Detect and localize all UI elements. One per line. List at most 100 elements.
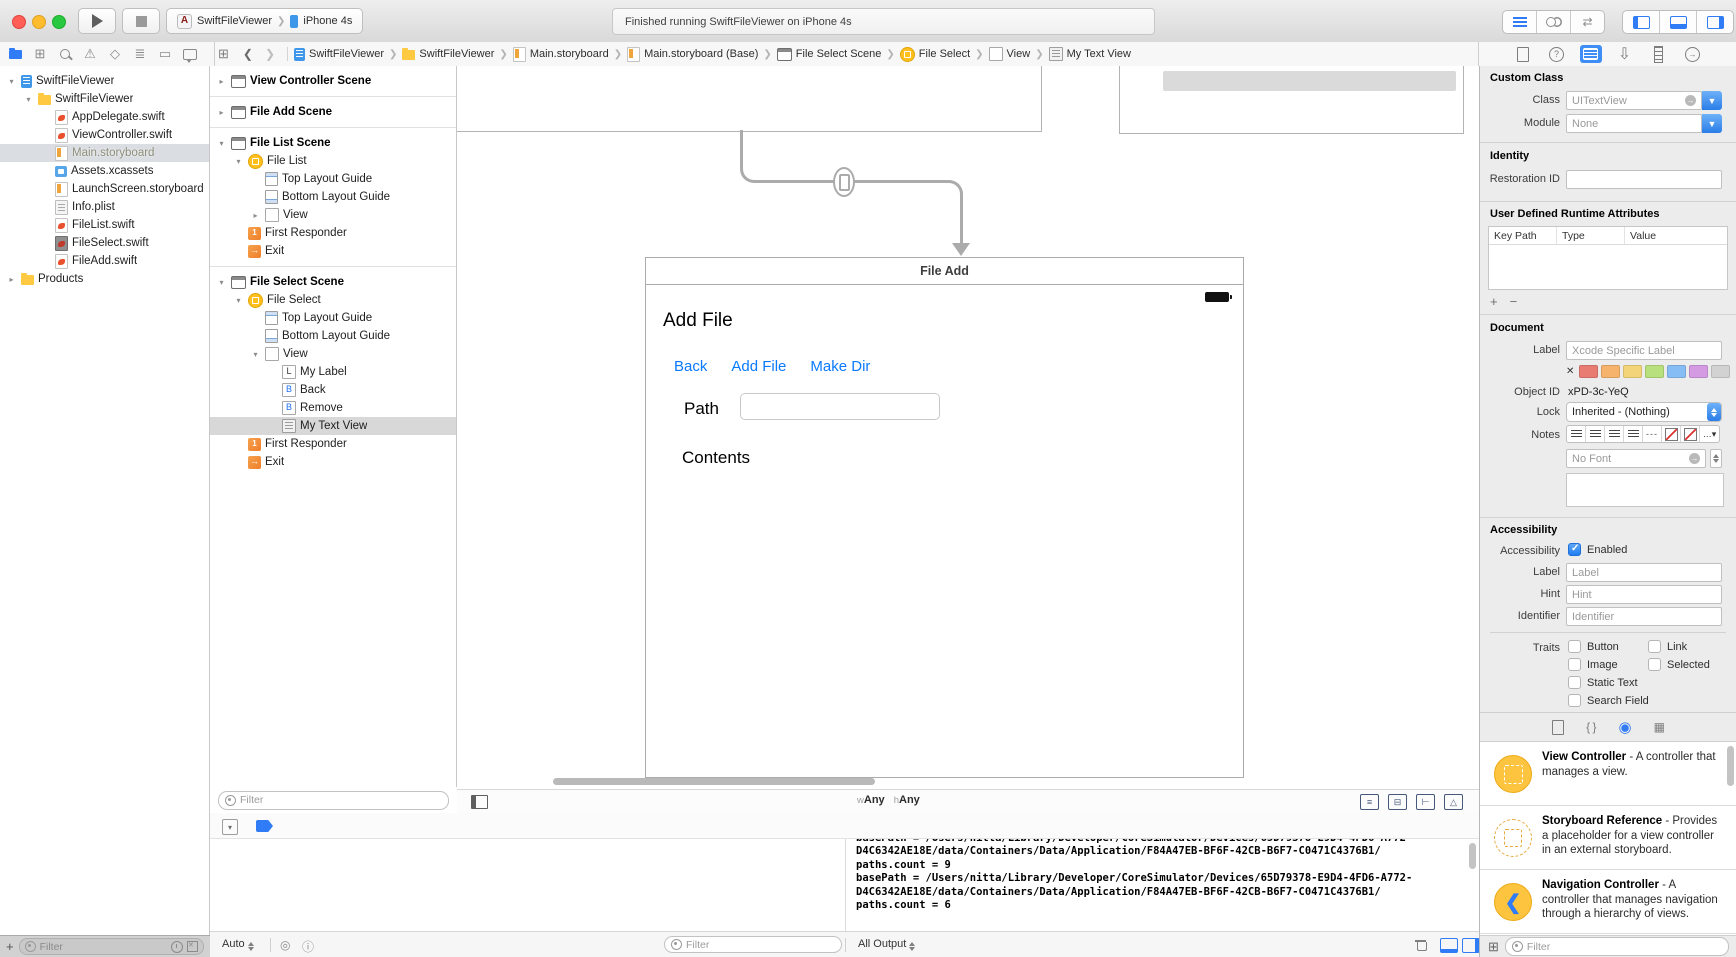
trait-checkbox-image[interactable] [1568, 658, 1581, 671]
more-styles-button[interactable]: …▾ [1700, 426, 1719, 442]
identity-inspector-tab[interactable] [1580, 45, 1602, 63]
nav-item-assets-xcassets[interactable]: Assets.xcassets [0, 162, 209, 180]
tab-test-navigator[interactable]: ◇ [104, 44, 126, 64]
breadcrumb-item-view[interactable]: View [989, 47, 1031, 61]
grid-view-icon[interactable]: ⊞ [1488, 939, 1499, 955]
size-inspector-tab[interactable] [1648, 45, 1670, 63]
add-file-button[interactable]: Add File [731, 358, 786, 375]
tab-issue-navigator[interactable]: ⚠ [79, 44, 101, 64]
tab-symbol-navigator[interactable]: ⊞ [29, 44, 51, 64]
nav-item-products[interactable]: ▸Products [0, 270, 209, 288]
file-inspector-tab[interactable] [1512, 45, 1534, 63]
breadcrumb-item-my-text-view[interactable]: My Text View [1049, 47, 1131, 61]
font-panel-icon[interactable]: → [1689, 453, 1700, 464]
nav-item-viewcontroller-swift[interactable]: ViewController.swift [0, 126, 209, 144]
zoom-window-button[interactable] [52, 15, 66, 29]
add-file-icon[interactable]: + [6, 939, 14, 954]
path-label[interactable]: Path [684, 399, 719, 419]
outline-item-file-add-scene[interactable]: ▸File Add Scene [210, 103, 456, 121]
hint-field[interactable]: Hint [1566, 585, 1722, 604]
standard-editor-button[interactable] [1503, 11, 1537, 33]
disclosure-triangle[interactable]: ▸ [250, 211, 261, 220]
trait-checkbox-static-text[interactable] [1568, 676, 1581, 689]
disclosure-triangle[interactable]: ▾ [6, 77, 17, 86]
outline-item-top-layout-guide[interactable]: Top Layout Guide [210, 309, 456, 327]
outline-item-first-responder[interactable]: First Responder [210, 224, 456, 242]
restoration-id-field[interactable] [1566, 170, 1722, 189]
segue-line[interactable] [740, 130, 743, 168]
notes-font-field[interactable]: No Font → [1566, 449, 1706, 468]
library-item-storyboard-reference[interactable]: Storyboard Reference - Provides a placeh… [1480, 806, 1736, 870]
minimize-window-button[interactable] [32, 15, 46, 29]
console-output[interactable]: basePath = /Users/nitta/Library/Develope… [845, 839, 1479, 931]
color-swatch-6[interactable] [1711, 365, 1730, 378]
toggle-outline-button[interactable] [471, 795, 488, 809]
trait-checkbox-search-field[interactable] [1568, 694, 1581, 707]
disclosure-triangle[interactable]: ▾ [23, 95, 34, 104]
disclosure-triangle[interactable]: ▸ [6, 275, 17, 284]
trait-checkbox-selected[interactable] [1648, 658, 1661, 671]
clear-console-button[interactable] [1415, 938, 1426, 950]
no-fill-button[interactable] [1662, 426, 1681, 442]
attributes-inspector-tab[interactable]: ⇩ [1614, 45, 1636, 63]
contents-label[interactable]: Contents [682, 448, 750, 468]
recent-files-icon[interactable] [171, 941, 183, 953]
align-button[interactable]: ⊟ [1388, 794, 1407, 810]
embed-in-stack-button[interactable]: ≡ [1360, 794, 1379, 810]
pin-button[interactable]: ⊢ [1416, 794, 1435, 810]
nav-item-appdelegate-swift[interactable]: AppDelegate.swift [0, 108, 209, 126]
class-field[interactable]: UITextView → [1566, 91, 1702, 110]
tab-debug-navigator[interactable]: ≣ [129, 44, 151, 64]
debug-disclosure-icon[interactable]: ▾ [222, 819, 238, 835]
remove-attribute-button[interactable]: − [1510, 294, 1518, 309]
outline-item-bottom-layout-guide[interactable]: Bottom Layout Guide [210, 188, 456, 206]
breakpoint-arrow-icon[interactable] [256, 820, 273, 832]
document-label-field[interactable]: Xcode Specific Label [1566, 341, 1722, 360]
outline-item-view[interactable]: ▾View [210, 345, 456, 363]
outline-item-remove[interactable]: Remove [210, 399, 456, 417]
tab-project-navigator[interactable] [4, 44, 26, 64]
library-filter-field[interactable]: Filter [1505, 937, 1729, 956]
notes-text-area[interactable] [1566, 473, 1724, 507]
tab-find-navigator[interactable] [54, 44, 76, 64]
partial-view-controller-right[interactable] [1119, 66, 1464, 134]
disclosure-triangle[interactable]: ▾ [216, 278, 227, 287]
outline-item-first-responder[interactable]: First Responder [210, 435, 456, 453]
disclosure-triangle[interactable]: ▸ [216, 108, 227, 117]
disclosure-triangle[interactable]: ▾ [233, 296, 244, 305]
breadcrumb-item-file-select[interactable]: File Select [900, 47, 970, 62]
navigator-filter-field[interactable]: Filter [19, 938, 204, 955]
toggle-debug-area-button[interactable] [1660, 11, 1697, 33]
enabled-checkbox[interactable] [1568, 543, 1581, 556]
scheme-selector[interactable]: SwiftFileViewer ❯ iPhone 4s [166, 8, 363, 34]
outline-item-file-select[interactable]: ▾File Select [210, 291, 456, 309]
align-left-button[interactable] [1567, 426, 1586, 442]
info-icon[interactable]: ⓘ [302, 938, 314, 955]
acc-label-field[interactable]: Label [1566, 563, 1722, 582]
resolve-auto-layout-button[interactable]: △ [1444, 794, 1463, 810]
connections-inspector-tab[interactable]: → [1682, 45, 1704, 63]
show-variables-view-button[interactable] [1440, 938, 1458, 953]
trait-checkbox-link[interactable] [1648, 640, 1661, 653]
outline-item-file-list[interactable]: ▾File List [210, 152, 456, 170]
unsaved-files-icon[interactable] [187, 941, 198, 952]
show-console-button[interactable] [1462, 938, 1480, 953]
outline-item-my-text-view[interactable]: My Text View [210, 417, 456, 435]
add-attribute-button[interactable]: + [1490, 294, 1498, 309]
quick-help-tab[interactable]: ? [1546, 45, 1568, 63]
nav-item-fileadd-swift[interactable]: FileAdd.swift [0, 252, 209, 270]
outline-item-bottom-layout-guide[interactable]: Bottom Layout Guide [210, 327, 456, 345]
nav-item-info-plist[interactable]: Info.plist [0, 198, 209, 216]
console-scrollbar[interactable] [1469, 843, 1476, 869]
jump-to-class-icon[interactable]: → [1685, 95, 1696, 106]
file-templates-tab[interactable] [1552, 720, 1564, 735]
related-items-icon[interactable]: ⊞ [218, 46, 229, 62]
partial-view-controller-left[interactable] [457, 66, 1042, 132]
breadcrumb-item-file-select-scene[interactable]: File Select Scene [777, 48, 882, 61]
color-swatch-3[interactable] [1645, 365, 1664, 378]
console-output-popup[interactable]: All Output [858, 938, 915, 951]
variables-view[interactable] [210, 839, 845, 931]
forward-button[interactable]: ❯ [265, 47, 275, 61]
module-field[interactable]: None [1566, 114, 1702, 133]
nav-item-swiftfileviewer[interactable]: ▾SwiftFileViewer [0, 72, 209, 90]
